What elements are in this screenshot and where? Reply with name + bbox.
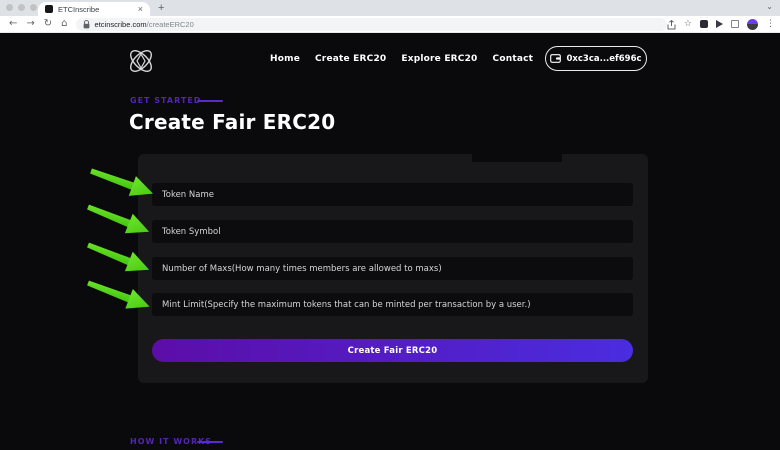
- share-icon[interactable]: [667, 15, 676, 34]
- chevron-down-icon[interactable]: ⌄: [766, 2, 773, 11]
- address-bar[interactable]: etcinscribe.com/createERC20: [76, 18, 667, 31]
- tab-title: ETCInscribe: [58, 5, 138, 14]
- new-tab-button[interactable]: +: [158, 2, 164, 14]
- eyebrow-get-started: GET STARTED: [130, 96, 201, 105]
- tab-strip: ETCInscribe × + ⌄: [0, 0, 780, 16]
- mint-limit-input[interactable]: [152, 293, 633, 316]
- how-it-works-dash: [197, 441, 223, 443]
- padlock-icon: [83, 20, 90, 29]
- url-domain: etcinscribe.com: [95, 20, 147, 29]
- number-of-maxs-input[interactable]: [152, 257, 633, 280]
- main-nav: Home Create ERC20 Explore ERC20 Contact: [270, 54, 533, 64]
- reload-icon[interactable]: ↻: [44, 19, 52, 29]
- bookmark-star-icon[interactable]: ☆: [684, 19, 692, 29]
- wallet-address: 0xc3ca...ef696c: [566, 54, 641, 64]
- home-icon[interactable]: ⌂: [61, 19, 67, 29]
- wallet-icon: [550, 54, 561, 63]
- create-erc20-form-card: Create Fair ERC20: [138, 154, 648, 383]
- window-close-button[interactable]: [6, 4, 13, 11]
- browser-menu-icon[interactable]: ⋮: [766, 19, 775, 29]
- extension-icon[interactable]: [700, 20, 708, 28]
- side-panel-icon[interactable]: [731, 20, 739, 28]
- token-name-input[interactable]: [152, 183, 633, 206]
- tab-close-icon[interactable]: ×: [138, 5, 143, 14]
- back-icon[interactable]: ←: [9, 19, 17, 29]
- forward-icon[interactable]: →: [26, 19, 34, 29]
- extension-arrow-icon[interactable]: [716, 20, 723, 28]
- screenshot: ETCInscribe × + ⌄ ← → ↻ ⌂ etcinscribe.co…: [0, 0, 780, 450]
- url-path: /createERC20: [147, 20, 194, 29]
- url-text: etcinscribe.com/createERC20: [95, 20, 194, 29]
- create-fair-erc20-button[interactable]: Create Fair ERC20: [152, 339, 633, 362]
- site-favicon-icon: [45, 5, 53, 13]
- toolbar-right-icons: ☆ ⋮: [667, 15, 775, 34]
- wallet-address-button[interactable]: 0xc3ca...ef696c: [545, 46, 647, 71]
- nav-link-contact[interactable]: Contact: [493, 54, 534, 64]
- profile-avatar[interactable]: [747, 19, 758, 30]
- browser-tab[interactable]: ETCInscribe ×: [38, 2, 150, 16]
- nav-link-explore-erc20[interactable]: Explore ERC20: [401, 54, 477, 64]
- token-symbol-input[interactable]: [152, 220, 633, 243]
- nav-link-create-erc20[interactable]: Create ERC20: [315, 54, 386, 64]
- site-logo-atom-icon[interactable]: [124, 44, 158, 82]
- browser-toolbar: ← → ↻ ⌂ etcinscribe.com/createERC20 ☆ ⋮: [0, 16, 780, 33]
- window-controls[interactable]: [6, 4, 37, 11]
- page-title: Create Fair ERC20: [129, 110, 335, 134]
- window-minimize-button[interactable]: [18, 4, 25, 11]
- webpage: Home Create ERC20 Explore ERC20 Contact …: [0, 33, 780, 450]
- nav-link-home[interactable]: Home: [270, 54, 300, 64]
- eyebrow-dash: [197, 100, 223, 102]
- window-zoom-button[interactable]: [30, 4, 37, 11]
- card-top-notch: [472, 154, 562, 162]
